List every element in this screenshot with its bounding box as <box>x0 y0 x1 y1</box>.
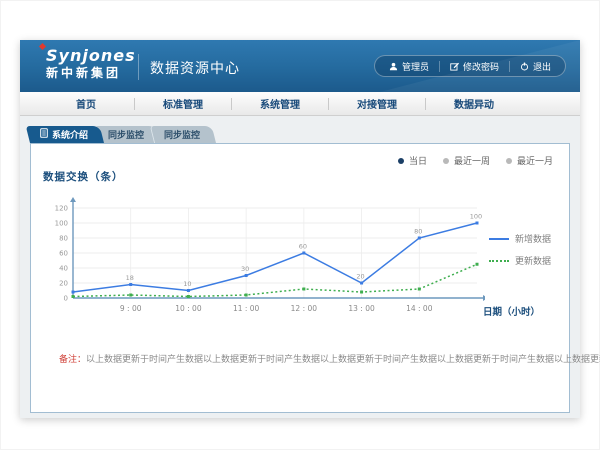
tab-sync-monitor-2[interactable]: 同步监控 <box>154 126 216 143</box>
x-tick-label: 12 : 00 <box>291 304 318 313</box>
change-password-label: 修改密码 <box>463 60 499 73</box>
x-axis-arrow-icon <box>483 295 485 301</box>
nav-item-data-change[interactable]: 数据异动 <box>426 96 522 111</box>
data-point-label: 20 <box>356 273 364 281</box>
footnote: 备注：以上数据更新于时间产生数据以上数据更新于时间产生数据以上数据更新于时间产生… <box>59 354 564 367</box>
data-point-marker <box>72 295 75 298</box>
logout-button[interactable]: 退出 <box>510 60 561 73</box>
chart-x-axis-label: 日期（小时） <box>483 304 540 318</box>
power-icon <box>520 62 529 71</box>
data-point-marker <box>187 295 190 298</box>
brand-logo-text: Synjones <box>46 47 136 65</box>
data-point-label: 18 <box>126 274 134 282</box>
radio-last-week[interactable]: 最近一周 <box>443 154 490 167</box>
y-tick-label: 20 <box>59 280 68 288</box>
edit-icon <box>450 62 459 71</box>
y-tick-label: 0 <box>64 295 68 303</box>
y-tick-label: 40 <box>59 265 68 273</box>
legend-label: 新增数据 <box>515 232 551 245</box>
tab-system-intro[interactable]: 系统介绍 <box>30 126 104 143</box>
radio-last-month[interactable]: 最近一月 <box>506 154 553 167</box>
radio-unselected-icon <box>443 158 449 164</box>
nav-item-system-mgmt[interactable]: 系统管理 <box>232 96 328 111</box>
admin-user-button[interactable]: 管理员 <box>379 60 439 73</box>
x-tick-label: 10 : 00 <box>175 304 202 313</box>
radio-selected-icon <box>398 158 404 164</box>
data-point-marker <box>302 252 305 255</box>
radio-label: 最近一月 <box>517 154 553 167</box>
data-exchange-line-chart: 0 20 40 60 80 100 120 9 : 00 10 : 00 11 : 00 12 : … <box>35 192 485 322</box>
nav-item-interface-mgmt[interactable]: 对接管理 <box>329 96 425 111</box>
app-title: 数据资源中心 <box>150 58 240 78</box>
data-point-label: 100 <box>470 213 482 221</box>
nav-item-standard-mgmt[interactable]: 标准管理 <box>135 96 231 111</box>
x-tick-label: 9 : 00 <box>120 304 142 313</box>
footnote-text: 以上数据更新于时间产生数据以上数据更新于时间产生数据以上数据更新于时间产生数据以… <box>86 355 600 365</box>
user-icon <box>389 62 398 71</box>
data-point-marker <box>129 283 132 286</box>
y-tick-label: 120 <box>55 205 68 213</box>
tab-bar: 系统介绍 同步监控 同步监控 <box>30 126 210 143</box>
logo-spark-icon <box>39 43 46 50</box>
data-point-marker <box>476 222 479 225</box>
user-pill: 管理员 修改密码 退出 <box>374 55 566 77</box>
header: Synjones 新中新集团 数据资源中心 管理员 修改密 <box>20 40 580 92</box>
data-point-label: 80 <box>414 228 422 236</box>
pill-separator <box>509 61 510 72</box>
data-point-marker <box>418 288 421 291</box>
screen: Synjones 新中新集团 数据资源中心 管理员 修改密 <box>0 0 600 450</box>
legend-label: 更新数据 <box>515 254 551 267</box>
tab-label: 系统介绍 <box>52 128 88 141</box>
footnote-prefix: 备注： <box>59 355 86 365</box>
y-tick-label: 60 <box>59 250 68 258</box>
legend-item-new-data[interactable]: 新增数据 <box>489 232 551 245</box>
document-icon <box>40 128 48 141</box>
radio-label: 当日 <box>409 154 427 167</box>
data-point-marker <box>245 274 248 277</box>
radio-label: 最近一周 <box>454 154 490 167</box>
data-point-marker <box>187 289 190 292</box>
main-nav: 首页 标准管理 系统管理 对接管理 数据异动 <box>20 92 580 116</box>
data-point-marker <box>360 282 363 285</box>
x-tick-label: 14 : 00 <box>406 304 433 313</box>
tab-label: 同步监控 <box>108 128 144 141</box>
data-point-marker <box>476 263 479 266</box>
data-point-marker <box>360 291 363 294</box>
content-panel: 当日 最近一周 最近一月 数据交换（条） 0 20 40 60 80 100 120 9 : … <box>30 143 570 413</box>
data-point-marker <box>245 294 248 297</box>
data-point-label: 10 <box>183 280 191 288</box>
chart-y-axis-title: 数据交换（条） <box>43 169 124 184</box>
admin-user-label: 管理员 <box>402 60 429 73</box>
range-filters: 当日 最近一周 最近一月 <box>398 154 553 167</box>
dotted-line-icon <box>489 260 509 262</box>
app-window: Synjones 新中新集团 数据资源中心 管理员 修改密 <box>20 40 580 418</box>
data-point-marker <box>129 294 132 297</box>
data-point-marker <box>418 237 421 240</box>
solid-line-icon <box>489 238 509 240</box>
legend-item-updated-data[interactable]: 更新数据 <box>489 254 551 267</box>
data-point-label: 60 <box>299 243 307 251</box>
y-axis-arrow-icon <box>70 197 76 202</box>
logout-label: 退出 <box>533 60 551 73</box>
radio-unselected-icon <box>506 158 512 164</box>
change-password-button[interactable]: 修改密码 <box>440 60 509 73</box>
x-tick-label: 11 : 00 <box>233 304 260 313</box>
chart-legend: 新增数据 更新数据 <box>489 232 551 267</box>
radio-today[interactable]: 当日 <box>398 154 427 167</box>
header-divider <box>138 54 139 80</box>
x-tick-label: 13 : 00 <box>348 304 375 313</box>
data-point-label: 30 <box>241 265 249 273</box>
data-point-marker <box>302 288 305 291</box>
nav-item-home[interactable]: 首页 <box>38 96 134 111</box>
data-point-marker <box>72 291 75 294</box>
brand-logo-cn: 新中新集团 <box>46 65 136 81</box>
brand-logo: Synjones 新中新集团 <box>46 47 136 81</box>
y-tick-label: 80 <box>59 235 68 243</box>
y-tick-label: 100 <box>55 220 68 228</box>
tab-label: 同步监控 <box>164 128 200 141</box>
